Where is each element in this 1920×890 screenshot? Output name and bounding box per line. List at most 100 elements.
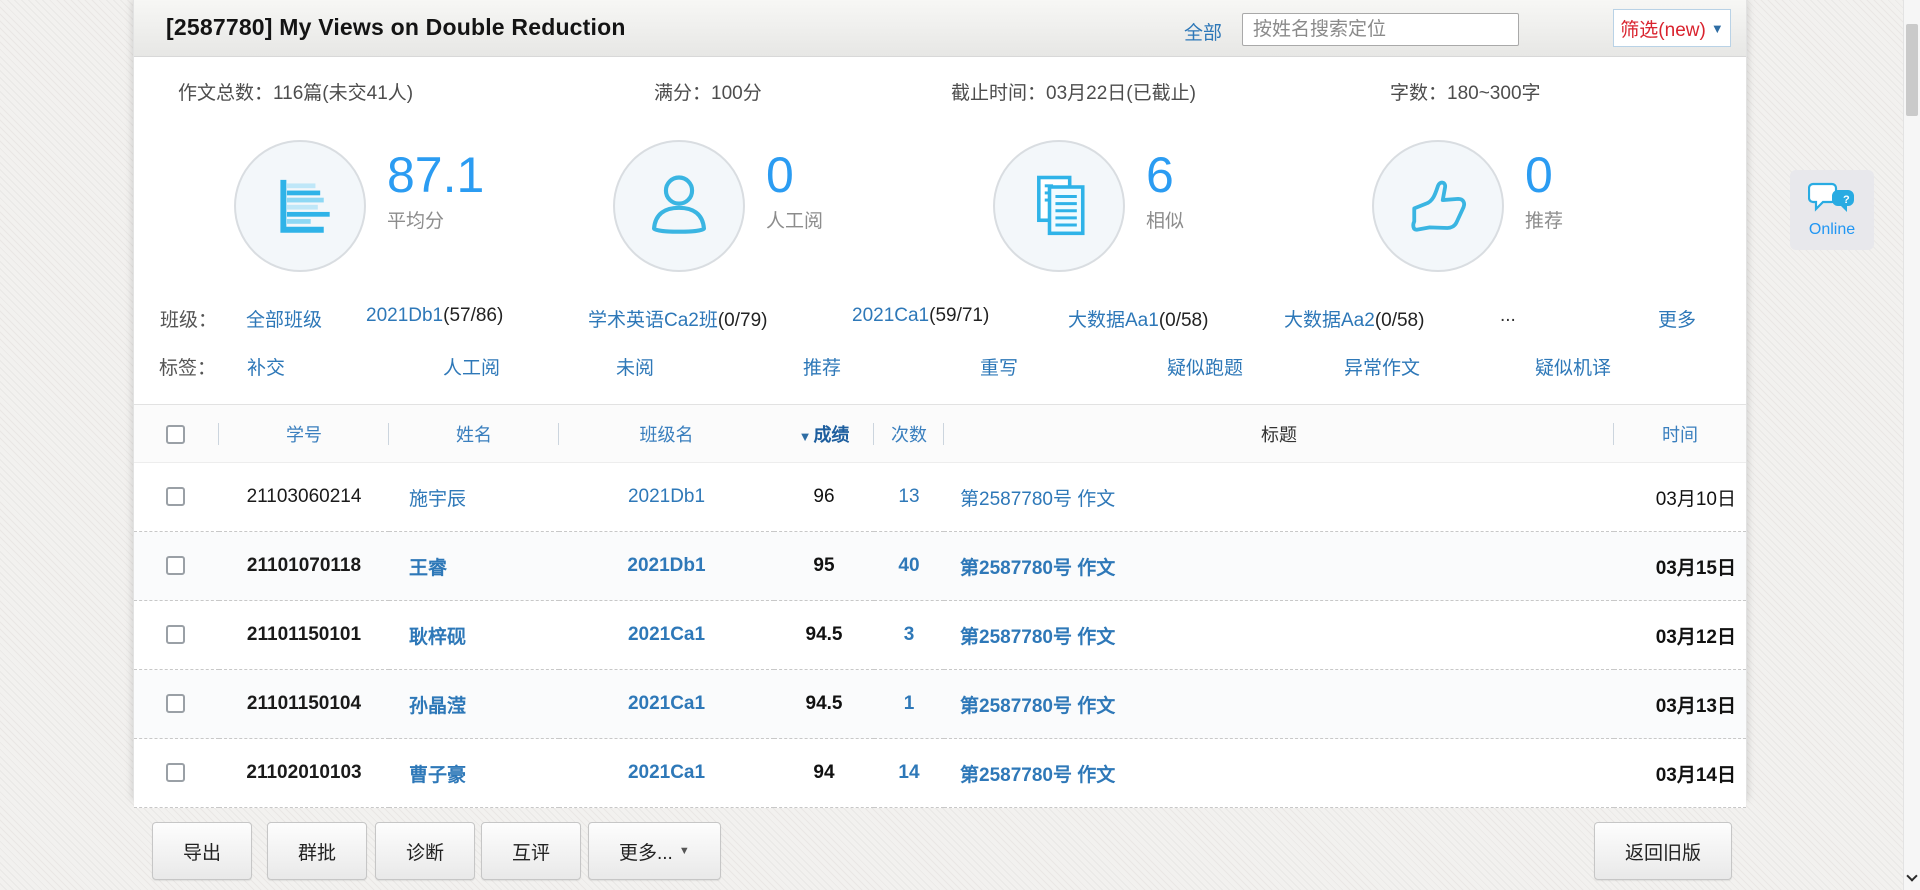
export-button[interactable]: 导出	[152, 822, 252, 880]
class-name-link[interactable]: 2021Ca1	[628, 693, 705, 714]
recommended-label: 推荐	[1525, 206, 1563, 233]
header-title: 标题	[944, 405, 1614, 463]
student-id: 21102010103	[219, 739, 389, 808]
class-name-link[interactable]: 2021Db1	[628, 486, 705, 507]
table-row: 21103060214 施宇辰 2021Db1 96 13 第2587780号 …	[134, 463, 1746, 532]
stat-full-score: 满分：100分	[654, 78, 762, 105]
row-checkbox[interactable]	[166, 694, 185, 713]
class-filter-item[interactable]: 大数据Aa1(0/58)	[1068, 305, 1208, 332]
score-value: 94.5	[774, 601, 874, 670]
class-name-link[interactable]: 2021Ca1	[628, 762, 705, 783]
average-score-label: 平均分	[387, 206, 484, 233]
similar-label: 相似	[1146, 206, 1184, 233]
class-count: (59/71)	[929, 305, 989, 326]
class-count: (57/86)	[443, 305, 503, 326]
scrollbar-thumb[interactable]	[1906, 24, 1918, 116]
chat-bubbles-icon: ?	[1808, 182, 1856, 218]
filter-label: 筛选(new)	[1620, 15, 1706, 42]
submit-time: 03月13日	[1614, 670, 1746, 739]
documents-icon	[993, 140, 1125, 272]
back-to-old-version-button[interactable]: 返回旧版	[1594, 822, 1732, 880]
scrollbar-down-arrow-icon[interactable]	[1906, 870, 1917, 881]
row-checkbox[interactable]	[166, 556, 185, 575]
class-filter-more[interactable]: 更多	[1658, 305, 1696, 332]
essay-title-link[interactable]: 第2587780号 作文	[960, 558, 1115, 579]
tag-resubmit[interactable]: 补交	[247, 353, 285, 380]
manual-review-label: 人工阅	[766, 206, 823, 233]
header-time[interactable]: 时间	[1614, 405, 1746, 463]
filter-dropdown[interactable]: 筛选(new) ▼	[1613, 9, 1731, 47]
attempts-link[interactable]: 13	[898, 486, 919, 507]
score-value: 96	[774, 463, 874, 532]
class-count: (0/58)	[1375, 310, 1425, 331]
header-student-id[interactable]: 学号	[219, 405, 389, 463]
essay-title-link[interactable]: 第2587780号 作文	[960, 765, 1115, 786]
header-attempts[interactable]: 次数	[874, 405, 944, 463]
page-scrollbar[interactable]	[1903, 0, 1920, 890]
student-name-link[interactable]: 孙晶滢	[409, 696, 466, 717]
score-value: 94	[774, 739, 874, 808]
score-value: 95	[774, 532, 874, 601]
class-filter-item[interactable]: 大数据Aa2(0/58)	[1284, 305, 1424, 332]
online-label: Online	[1809, 221, 1855, 239]
tag-machine-translated[interactable]: 疑似机译	[1535, 353, 1611, 380]
tag-manual-review[interactable]: 人工阅	[443, 353, 500, 380]
search-input[interactable]	[1242, 13, 1519, 46]
tag-off-topic[interactable]: 疑似跑题	[1167, 353, 1243, 380]
table-row: 21101150104 孙晶滢 2021Ca1 94.5 1 第2587780号…	[134, 670, 1746, 739]
table-header-row: 学号 姓名 班级名 ▼成绩 次数 标题 时间	[134, 405, 1746, 463]
essay-title-link[interactable]: 第2587780号 作文	[960, 627, 1115, 648]
essay-title-link[interactable]: 第2587780号 作文	[960, 489, 1115, 510]
batch-review-button[interactable]: 群批	[267, 822, 367, 880]
chevron-down-icon: ▼	[1711, 21, 1724, 36]
diagnose-button[interactable]: 诊断	[375, 822, 475, 880]
class-name-link[interactable]: 2021Db1	[627, 555, 705, 576]
tag-unread[interactable]: 未阅	[616, 353, 654, 380]
tag-rewrite[interactable]: 重写	[980, 353, 1018, 380]
student-id: 21101070118	[219, 532, 389, 601]
class-count: (0/79)	[718, 310, 768, 331]
student-id: 21103060214	[219, 463, 389, 532]
class-name-link[interactable]: 2021Ca1	[628, 624, 705, 645]
chevron-down-icon: ▼	[679, 845, 690, 857]
attempts-link[interactable]: 3	[904, 624, 915, 645]
online-help-widget[interactable]: ? Online	[1790, 170, 1874, 250]
row-checkbox[interactable]	[166, 625, 185, 644]
metric-average-score: 87.1 平均分	[234, 140, 484, 272]
all-link[interactable]: 全部	[1184, 18, 1222, 45]
tag-filter-label: 标签：	[159, 353, 216, 380]
class-filter-all[interactable]: 全部班级	[246, 305, 322, 332]
peer-review-button[interactable]: 互评	[481, 822, 581, 880]
attempts-link[interactable]: 1	[904, 693, 915, 714]
row-checkbox[interactable]	[166, 763, 185, 782]
tag-recommended[interactable]: 推荐	[803, 353, 841, 380]
more-button[interactable]: 更多... ▼	[588, 822, 721, 880]
student-name-link[interactable]: 王睿	[409, 558, 447, 579]
essay-title-link[interactable]: 第2587780号 作文	[960, 696, 1115, 717]
row-checkbox[interactable]	[166, 487, 185, 506]
class-filter-item[interactable]: 学术英语Ca2班(0/79)	[588, 305, 768, 332]
tag-abnormal[interactable]: 异常作文	[1344, 353, 1420, 380]
essay-table: 学号 姓名 班级名 ▼成绩 次数 标题 时间 21103060214 施宇辰 2…	[134, 404, 1746, 808]
metric-similar: 6 相似	[993, 140, 1184, 272]
header-score[interactable]: ▼成绩	[774, 405, 874, 463]
class-filter-item[interactable]: 2021Db1(57/86)	[366, 305, 503, 327]
sort-desc-icon: ▼	[799, 429, 812, 444]
thumbs-up-icon	[1372, 140, 1504, 272]
student-name-link[interactable]: 曹子豪	[409, 765, 466, 786]
recommended-value: 0	[1525, 150, 1563, 200]
student-name-link[interactable]: 施宇辰	[409, 489, 466, 510]
student-name-link[interactable]: 耿梓砚	[409, 627, 466, 648]
table-row: 21101070118 王睿 2021Db1 95 40 第2587780号 作…	[134, 532, 1746, 601]
bar-chart-icon	[234, 140, 366, 272]
header-class-name[interactable]: 班级名	[559, 405, 774, 463]
class-filter-ellipsis: ...	[1500, 305, 1516, 327]
stat-total: 作文总数：116篇(未交41人)	[178, 78, 413, 105]
class-filter-item[interactable]: 2021Ca1(59/71)	[852, 305, 989, 327]
student-id: 21101150101	[219, 601, 389, 670]
attempts-link[interactable]: 40	[898, 555, 919, 576]
select-all-checkbox[interactable]	[166, 425, 185, 444]
attempts-link[interactable]: 14	[898, 762, 919, 783]
header-name[interactable]: 姓名	[389, 405, 559, 463]
average-score-value: 87.1	[387, 150, 484, 200]
